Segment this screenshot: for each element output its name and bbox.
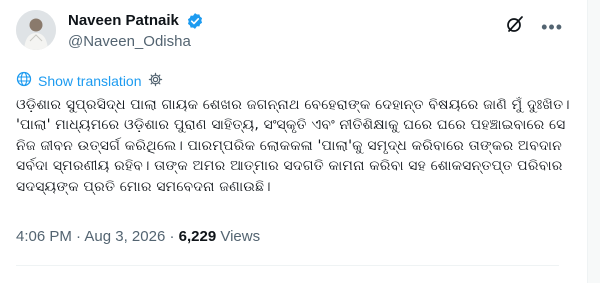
show-translation-link[interactable]: Show translation (16, 71, 163, 90)
show-translation-label: Show translation (38, 72, 142, 89)
verified-badge-icon (186, 12, 204, 30)
avatar-image (16, 10, 56, 50)
views-count[interactable]: 6,229 (179, 228, 217, 245)
header-actions: ••• (505, 14, 563, 39)
author-handle[interactable]: @Naveen_Odisha (68, 32, 204, 52)
tweet-card: Naveen Patnaik @Naveen_Odisha ••• Show t… (0, 0, 588, 283)
more-icon[interactable]: ••• (541, 18, 563, 36)
globe-icon (16, 71, 32, 90)
meta-separator: · (76, 228, 82, 245)
divider (16, 265, 559, 266)
tweet-time[interactable]: 4:06 PM (16, 228, 72, 245)
views-label: Views (220, 228, 261, 245)
author-names: Naveen Patnaik @Naveen_Odisha (68, 11, 204, 52)
tweet-date[interactable]: Aug 3, 2026 (84, 228, 165, 245)
tweet-text: ଓଡ଼ିଶାର ସୁପ୍ରସିଦ୍ଧ ପାଲା ଗାୟକ ଶେଖର ଜଗନ୍ନା… (16, 97, 570, 195)
gear-icon[interactable] (148, 72, 163, 90)
meta-separator: · (169, 228, 175, 245)
avatar[interactable] (16, 10, 56, 50)
tweet-header: Naveen Patnaik @Naveen_Odisha ••• (16, 10, 563, 58)
grok-icon[interactable] (505, 14, 525, 39)
scrollbar-track[interactable] (588, 0, 600, 283)
author-display-name[interactable]: Naveen Patnaik (68, 11, 179, 31)
tweet-meta: 4:06 PM · Aug 3, 2026 · 6,229 Views (16, 227, 260, 247)
